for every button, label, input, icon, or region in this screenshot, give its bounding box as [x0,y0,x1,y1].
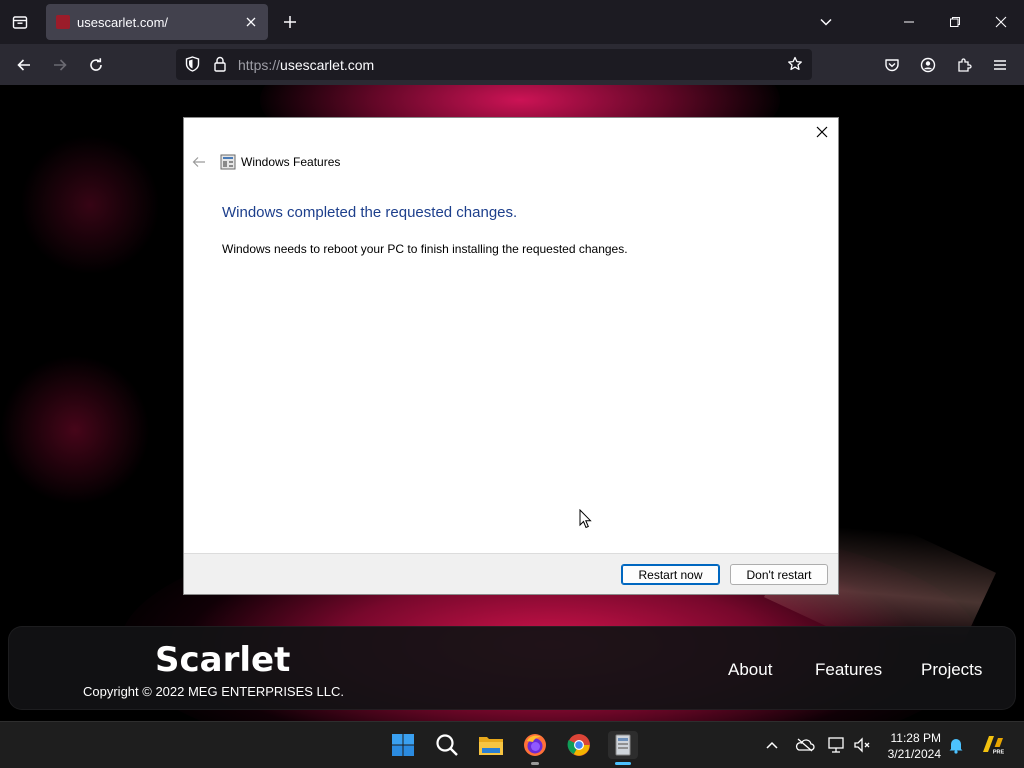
menu-icon[interactable] [989,54,1011,76]
background-glow [20,135,160,275]
new-tab-icon[interactable] [280,12,300,32]
dialog-button-bar: Restart now Don't restart [184,553,838,594]
clock[interactable]: 11:28 PM 3/21/2024 [888,730,941,762]
search-icon[interactable] [433,731,461,759]
address-bar[interactable]: https://usescarlet.com [176,49,812,80]
forward-icon[interactable] [49,54,71,76]
background-glow [0,355,150,505]
close-tab-icon[interactable] [242,13,260,31]
screen: usescarlet.com/ https://usescarlet.com S… [0,0,1024,768]
close-icon[interactable] [814,124,830,140]
notification-bell-icon[interactable] [946,735,966,755]
tab-overview-icon[interactable] [8,10,32,34]
clock-time: 11:28 PM [890,731,941,745]
windows-features-icon [220,154,236,170]
copilot-preview-icon[interactable]: PRE [980,732,1006,758]
bookmark-star-icon[interactable] [786,55,804,73]
nav-link-projects[interactable]: Projects [921,660,982,680]
svg-text:PRE: PRE [993,749,1005,755]
url-host: usescarlet.com [280,57,375,73]
volume-muted-icon[interactable] [853,735,873,755]
scarlet-favicon-icon [56,15,70,29]
onedrive-offline-icon[interactable] [795,735,815,755]
reload-icon[interactable] [85,54,107,76]
browser-toolbar: https://usescarlet.com [0,44,1024,85]
active-indicator [615,762,631,765]
nav-link-features[interactable]: Features [815,660,882,680]
dialog-message: Windows needs to reboot your PC to finis… [222,242,628,256]
show-hidden-icons-chevron-icon[interactable] [762,735,782,755]
windows-features-taskbar-icon[interactable] [608,731,638,759]
url-scheme: https:// [238,57,281,73]
running-indicator [531,762,539,765]
browser-tab[interactable]: usescarlet.com/ [46,4,268,40]
minimize-icon[interactable] [899,12,919,32]
pocket-icon[interactable] [881,54,903,76]
lock-icon[interactable] [211,55,229,73]
dialog-heading: Windows completed the requested changes. [222,204,518,221]
network-icon[interactable] [827,735,847,755]
site-footer: Scarlet Copyright © 2022 MEG ENTERPRISES… [8,626,1016,710]
dont-restart-button[interactable]: Don't restart [730,564,828,585]
back-arrow-icon[interactable] [191,154,207,170]
back-icon[interactable] [13,54,35,76]
copyright-text: Copyright © 2022 MEG ENTERPRISES LLC. [83,684,345,699]
taskbar: 11:28 PM 3/21/2024 PRE [0,721,1024,768]
restart-now-button[interactable]: Restart now [621,564,720,585]
firefox-icon[interactable] [521,731,549,759]
site-brand[interactable]: Scarlet [155,640,290,680]
url-text: https://usescarlet.com [238,57,374,73]
close-window-icon[interactable] [991,12,1011,32]
windows-features-dialog: Windows Features Windows completed the r… [183,117,839,595]
nav-link-about[interactable]: About [728,660,772,680]
mouse-cursor-icon [579,508,593,529]
extensions-icon[interactable] [953,54,975,76]
dialog-app-title: Windows Features [241,155,341,169]
clock-date: 3/21/2024 [887,747,941,761]
restore-icon[interactable] [945,12,965,32]
list-all-tabs-icon[interactable] [816,12,836,32]
file-explorer-icon[interactable] [477,731,505,759]
tab-title: usescarlet.com/ [77,15,169,30]
tracking-protection-shield-icon[interactable] [183,55,201,73]
chrome-icon[interactable] [565,731,593,759]
account-icon[interactable] [917,54,939,76]
start-icon[interactable] [389,731,417,759]
browser-tab-strip: usescarlet.com/ [0,0,1024,44]
